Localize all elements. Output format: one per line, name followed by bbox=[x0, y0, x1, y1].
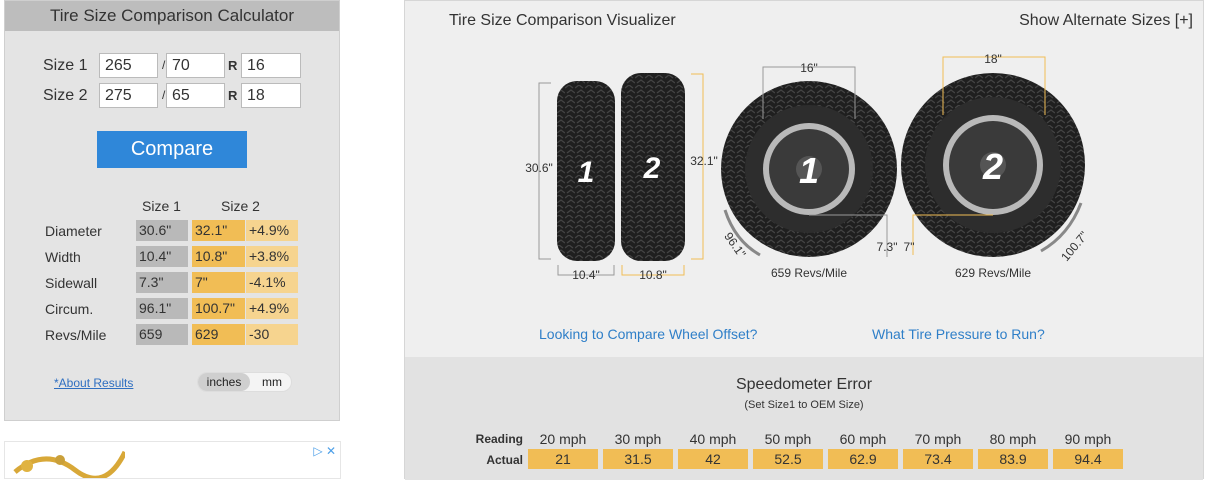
actual-value: 94.4 bbox=[1053, 449, 1123, 469]
visualizer-title: Tire Size Comparison Visualizer bbox=[449, 12, 676, 29]
result-name: Diameter bbox=[45, 223, 102, 239]
wheel-offset-link[interactable]: Looking to Compare Wheel Offset? bbox=[539, 326, 757, 342]
actual-value: 73.4 bbox=[903, 449, 973, 469]
size2-aspect-input[interactable]: 65 bbox=[166, 83, 225, 108]
tire2-profile: 2 32.1" 10.8" bbox=[621, 73, 718, 282]
calculator-title: Tire Size Comparison Calculator bbox=[5, 1, 339, 31]
result-size2-value: 10.8" bbox=[192, 246, 245, 267]
reading-value: 50 mph bbox=[764, 431, 812, 447]
unit-toggle[interactable]: inches mm bbox=[197, 372, 292, 392]
tire2-width-label: 10.8" bbox=[639, 268, 667, 282]
result-name: Width bbox=[45, 249, 81, 265]
result-size2-value: 629 bbox=[192, 324, 245, 345]
tire2-front: 2 18" 7" 100.7" 629 Revs/Mile bbox=[901, 52, 1091, 280]
actual-row-label: Actual bbox=[486, 453, 523, 467]
results-head-size2: Size 2 bbox=[221, 198, 260, 214]
result-size2-value: 32.1" bbox=[192, 220, 245, 241]
result-difference: +3.8% bbox=[246, 246, 298, 267]
speedometer-error-section: Speedometer Error (Set Size1 to OEM Size… bbox=[405, 357, 1203, 480]
compare-button[interactable]: Compare bbox=[97, 131, 247, 168]
unit-mm-option[interactable]: mm bbox=[256, 373, 288, 391]
rim-r-label: R bbox=[228, 88, 238, 103]
result-size2-value: 100.7" bbox=[192, 298, 245, 319]
tire1-circumference-label: 96.1" bbox=[721, 230, 748, 261]
result-size1-value: 7.3" bbox=[136, 272, 188, 293]
actual-value: 83.9 bbox=[978, 449, 1048, 469]
result-difference: -4.1% bbox=[246, 272, 298, 293]
reading-value: 90 mph bbox=[1064, 431, 1112, 447]
visualizer-panel: Tire Size Comparison Visualizer Show Alt… bbox=[404, 0, 1204, 480]
calculator-panel: Tire Size Comparison Calculator Size 1 2… bbox=[4, 0, 340, 421]
size1-rim-input[interactable]: 16 bbox=[241, 53, 301, 78]
result-size1-value: 30.6" bbox=[136, 220, 188, 241]
tire-pressure-link[interactable]: What Tire Pressure to Run? bbox=[872, 326, 1045, 342]
advertisement[interactable]: ▷ ✕ bbox=[4, 441, 341, 479]
tire2-number: 2 bbox=[643, 152, 661, 185]
size2-label: Size 2 bbox=[43, 87, 88, 104]
actual-value: 52.5 bbox=[753, 449, 823, 469]
show-alternate-sizes-link[interactable]: Show Alternate Sizes [+] bbox=[1019, 12, 1193, 30]
reading-value: 30 mph bbox=[614, 431, 662, 447]
size1-aspect-input[interactable]: 70 bbox=[166, 53, 225, 78]
ad-jewelry-image bbox=[13, 450, 128, 478]
size2-width-input[interactable]: 275 bbox=[99, 83, 158, 108]
size1-width-input[interactable]: 265 bbox=[99, 53, 158, 78]
results-head-size1: Size 1 bbox=[142, 198, 181, 214]
slash-separator: / bbox=[162, 58, 166, 72]
speedometer-subtitle: (Set Size1 to OEM Size) bbox=[744, 399, 864, 411]
tire1-sidewall-label: 7.3" bbox=[877, 240, 898, 254]
speedometer-title: Speedometer Error bbox=[735, 376, 873, 393]
rim-r-label: R bbox=[228, 58, 238, 73]
tire1-profile: 1 30.6" 10.4" bbox=[525, 81, 615, 282]
ad-choices-icon[interactable]: ▷ ✕ bbox=[313, 444, 336, 458]
tire2-revs-label: 629 Revs/Mile bbox=[955, 266, 1031, 280]
result-name: Revs/Mile bbox=[45, 327, 107, 343]
tire2-rim-label: 18" bbox=[984, 52, 1002, 66]
reading-value: 70 mph bbox=[914, 431, 962, 447]
tire2-sidewall-label: 7" bbox=[904, 240, 915, 254]
result-difference: +4.9% bbox=[246, 220, 298, 241]
slash-separator: / bbox=[162, 88, 166, 102]
about-results-link[interactable]: *About Results bbox=[54, 376, 133, 390]
size2-rim-input[interactable]: 18 bbox=[241, 83, 301, 108]
actual-value: 31.5 bbox=[603, 449, 673, 469]
tire1-revs-label: 659 Revs/Mile bbox=[771, 266, 847, 280]
tire1-width-label: 10.4" bbox=[572, 268, 600, 282]
result-difference: +4.9% bbox=[246, 298, 298, 319]
tire1-diameter-label: 30.6" bbox=[525, 161, 553, 175]
reading-row-label: Reading bbox=[475, 432, 523, 446]
size1-label: Size 1 bbox=[43, 57, 88, 74]
result-size2-value: 7" bbox=[192, 272, 245, 293]
result-name: Circum. bbox=[45, 301, 94, 317]
tire2-diameter-label: 32.1" bbox=[690, 154, 718, 168]
actual-value: 21 bbox=[528, 449, 598, 469]
reading-value: 40 mph bbox=[689, 431, 737, 447]
result-difference: -30 bbox=[246, 324, 298, 345]
reading-value: 80 mph bbox=[989, 431, 1037, 447]
tire1-front-number: 1 bbox=[799, 150, 819, 191]
reading-value: 60 mph bbox=[839, 431, 887, 447]
tire-visualization: 1 30.6" 10.4" 2 32.1" 10.8" 1 16" 7.3" 9… bbox=[525, 52, 1091, 282]
result-size1-value: 659 bbox=[136, 324, 188, 345]
tire1-number: 1 bbox=[578, 156, 595, 189]
tire2-front-number: 2 bbox=[982, 146, 1003, 187]
tire1-rim-label: 16" bbox=[800, 61, 818, 75]
result-size1-value: 96.1" bbox=[136, 298, 188, 319]
result-size1-value: 10.4" bbox=[136, 246, 188, 267]
reading-value: 20 mph bbox=[539, 431, 587, 447]
actual-value: 42 bbox=[678, 449, 748, 469]
result-name: Sidewall bbox=[45, 275, 98, 291]
unit-inches-option[interactable]: inches bbox=[198, 373, 250, 391]
actual-value: 62.9 bbox=[828, 449, 898, 469]
tire1-front: 1 16" 7.3" 96.1" 659 Revs/Mile bbox=[721, 61, 897, 280]
